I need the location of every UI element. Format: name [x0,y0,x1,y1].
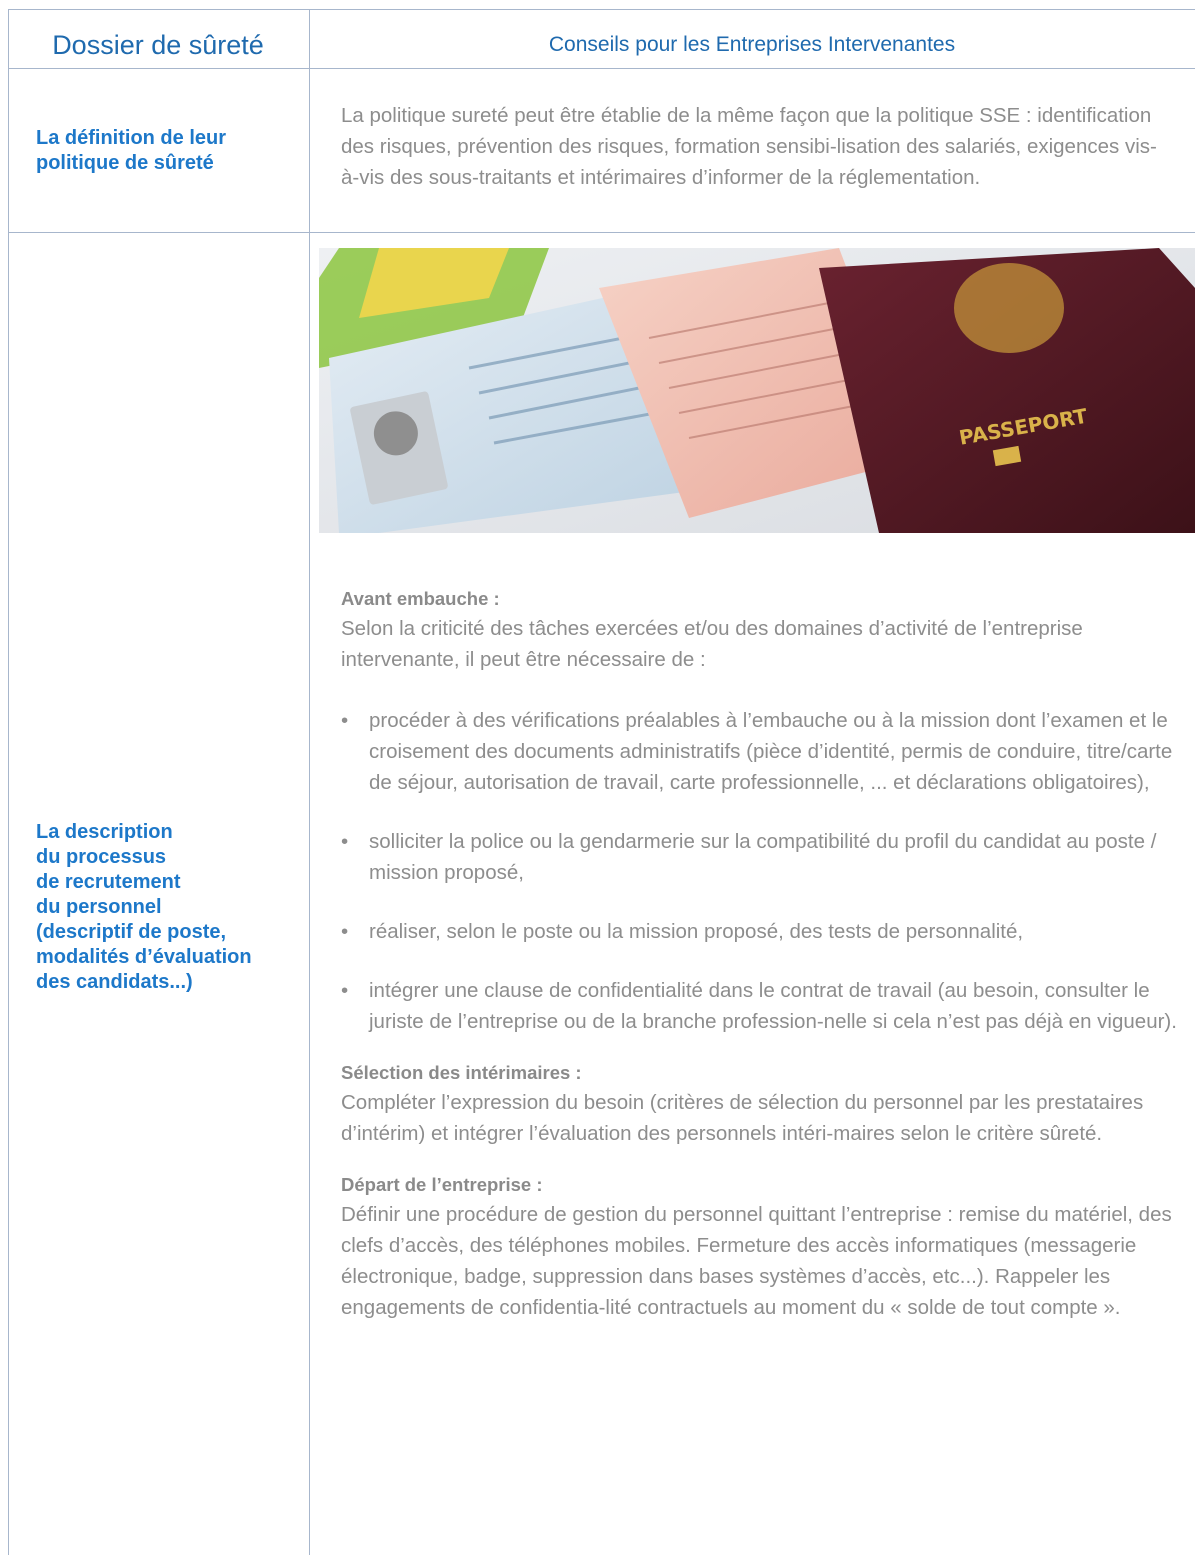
row2-content: Avant embauche : Selon la criticité des … [341,585,1186,1323]
list-item: • procéder à des vérifications préalable… [341,705,1186,798]
table-top-border [8,9,1195,10]
list-item-text: réaliser, selon le poste ou la mission p… [369,920,1024,943]
section-text-selection: Compléter l’expression du besoin (critèr… [341,1091,1144,1145]
bullet-icon: • [341,920,349,943]
bullet-icon: • [341,979,349,1002]
section-title-depart-entreprise: Départ de l’entreprise : [341,1174,543,1195]
list-item-text: intégrer une clause de confidentialité d… [369,979,1177,1033]
list-item: • solliciter la police ou la gendarmerie… [341,826,1186,888]
header-right-title: Conseils pour les Entreprises Intervenan… [548,33,956,56]
section-title-avant-embauche: Avant embauche : [341,588,500,609]
row2-label-line: de recrutement [36,871,181,893]
row1-divider [8,232,1195,233]
section-text-depart: Définir une procédure de gestion du pers… [341,1203,1172,1319]
row1-label: La définition de leur politique de sûret… [36,126,286,176]
id-documents-illustration: PASSEPORT [319,248,1195,533]
list-item: • réaliser, selon le poste ou la mission… [341,916,1186,947]
list-item: • intégrer une clause de confidentialité… [341,975,1186,1037]
row2-label-line: du processus [36,846,167,868]
column-divider [309,9,310,1555]
bullet-icon: • [341,830,349,853]
list-item-text: procéder à des vérifications préalables … [369,709,1173,794]
list-item-text: solliciter la police ou la gendarmerie s… [369,830,1157,884]
row1-label-text: La définition de leur politique de sûret… [36,127,227,174]
header-left-title: Dossier de sûreté [52,29,264,60]
row2-label-line: (descriptif de poste, [36,921,227,943]
row2-label-line: La description [36,821,173,843]
id-documents-photo: PASSEPORT [319,248,1195,533]
row2-label-line: des candidats...) [36,971,193,993]
row2-label-line: modalités d’évaluation [36,946,252,968]
bullet-icon: • [341,709,349,732]
section-title-selection-interimaires: Sélection des intérimaires : [341,1062,582,1083]
row2-label: La description du processus de recruteme… [36,820,306,995]
section-intro: Selon la criticité des tâches exercées e… [341,617,1083,671]
table-left-border [8,9,9,1555]
bullet-list: • procéder à des vérifications préalable… [341,705,1186,1037]
row1-text: La politique sureté peut être établie de… [341,104,1157,189]
row2-label-line: du personnel [36,896,162,918]
